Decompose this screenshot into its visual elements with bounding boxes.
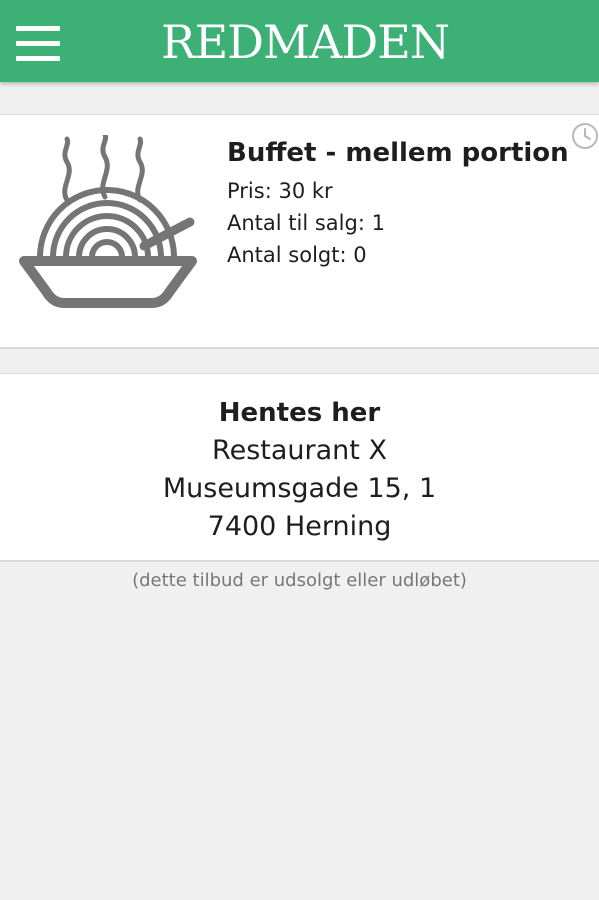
offer-card[interactable]: Buffet - mellem portion Pris: 30 kr Anta… <box>0 114 599 349</box>
clock-icon <box>572 123 598 149</box>
offer-info: Buffet - mellem portion Pris: 30 kr Anta… <box>227 131 599 271</box>
app-header: REDMADEN <box>0 0 599 82</box>
bowl-of-food-icon <box>19 135 197 308</box>
app-title: REDMADEN <box>160 15 450 69</box>
offer-title: Buffet - mellem portion <box>227 138 569 168</box>
pickup-street-address: Museumsgade 15, 1 <box>162 473 437 504</box>
pickup-city: 7400 Herning <box>207 511 392 542</box>
offer-price: Pris: 30 kr <box>227 179 333 203</box>
offer-quantity-for-sale: Antal til salg: 1 <box>227 211 385 235</box>
pickup-restaurant-name: Restaurant X <box>212 435 387 466</box>
offer-quantity-sold: Antal solgt: 0 <box>227 243 367 267</box>
offer-status-text: (dette tilbud er udsolgt eller udløbet) <box>132 570 467 591</box>
pickup-heading: Hentes her <box>218 398 381 428</box>
pickup-card: Hentes her Restaurant X Museumsgade 15, … <box>0 373 599 562</box>
